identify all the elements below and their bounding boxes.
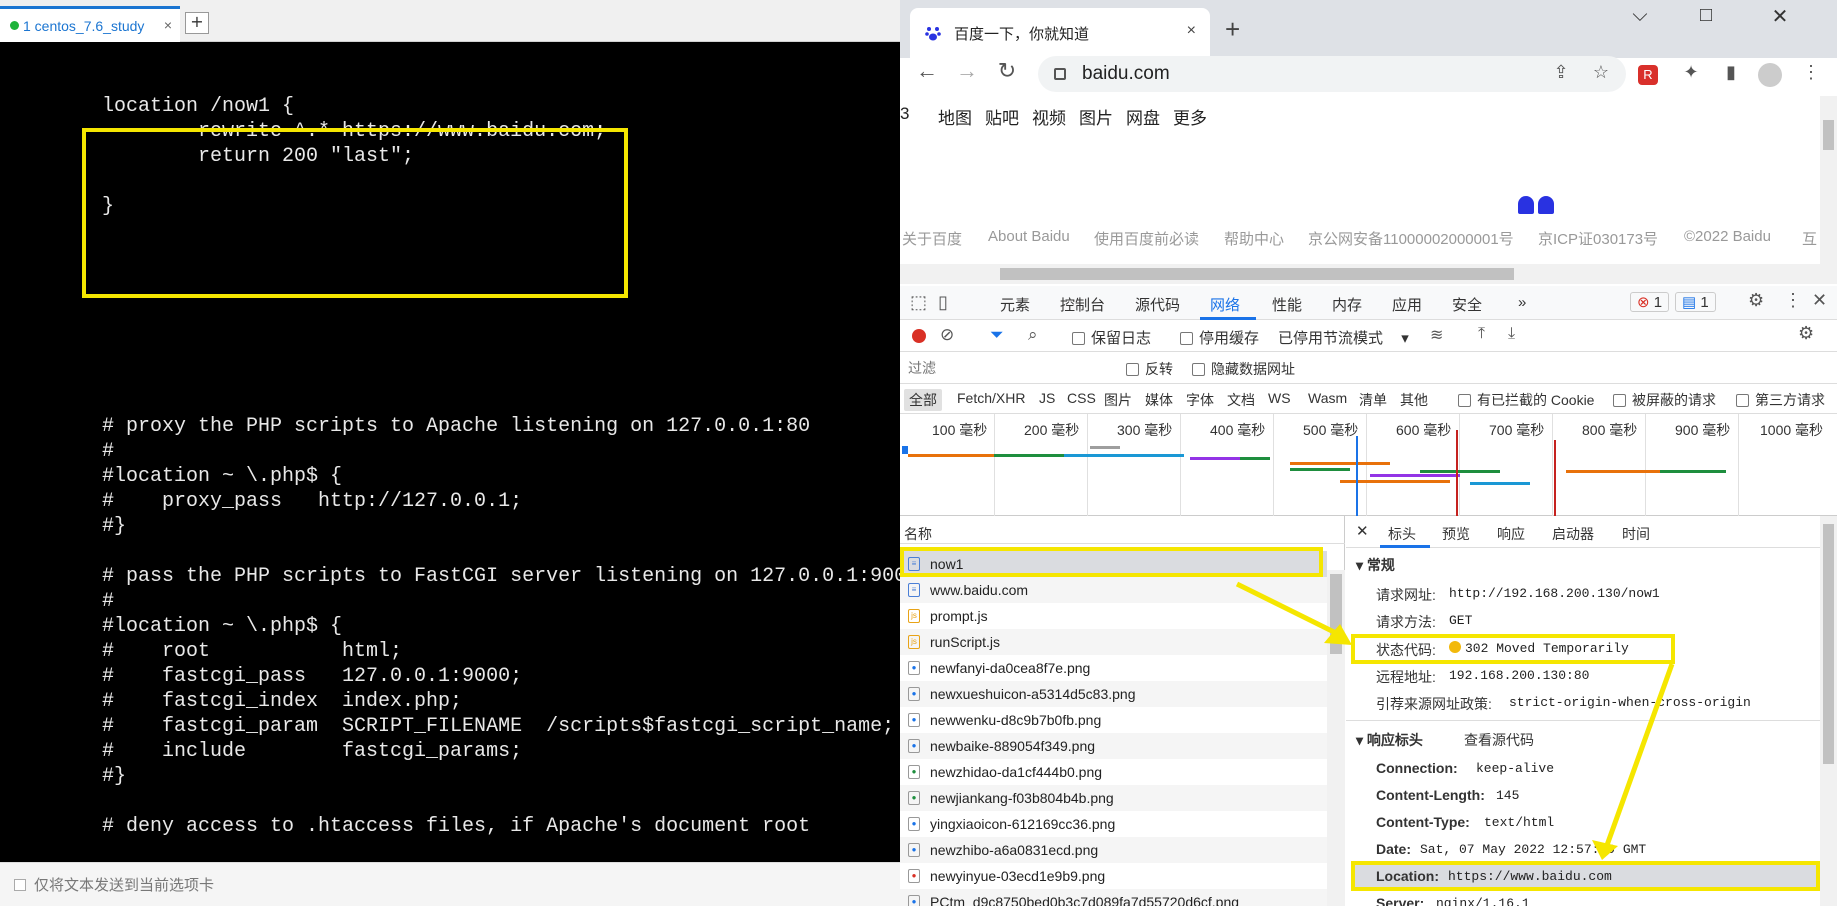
send-status-text: 仅将文本发送到当前选项卡 [34,877,215,894]
connected-icon [10,21,19,30]
terminal-output[interactable]: location /now1 { rewrite ^.* https://www… [0,42,900,862]
code-line: # fastcgi_index index.php; [102,690,463,713]
terminal-tab[interactable]: 1 centos_7.6_study × [0,6,180,42]
terminal-tab-bar: 1 centos_7.6_study × + [0,0,900,42]
arrow-line [1603,663,1675,849]
code-line: # fastcgi_param SCRIPT_FILENAME /scripts… [102,715,895,738]
code-line: # [102,590,115,613]
code-line: # deny access to .htaccess files, if Apa… [102,815,811,838]
terminal-tab-label: 1 centos_7.6_study [23,17,145,34]
terminal-window: 1 centos_7.6_study × + location /now1 { … [0,0,900,906]
code-line: #} [102,515,127,538]
arrow-line [1235,581,1344,639]
annotation-arrows [1235,581,1675,860]
code-line: # pass the PHP scripts to FastCGI server… [102,565,900,588]
send-checkbox[interactable] [14,878,26,891]
code-line: # include fastcgi_params; [102,740,523,763]
code-line: # [102,440,115,463]
code-line: #location ~ \.php$ { [102,615,343,638]
close-icon[interactable]: × [164,17,172,33]
arrow-head [1592,840,1618,860]
code-line: #} [102,765,127,788]
terminal-send-bar[interactable]: 仅将文本发送到当前选项卡 [0,862,900,906]
code-line: location /now1 { [102,95,295,118]
code-line: #location ~ \.php$ { [102,465,343,488]
code-line: # proxy_pass http://127.0.0.1; [102,490,523,513]
code-line: # fastcgi_pass 127.0.0.1:9000; [102,665,523,688]
browser-window: 百度一下，你就知道 × + ⌵ □ ✕ ← → ↻ baidu.com ⇪ ☆ … [900,0,1837,906]
highlight-box [82,128,628,298]
code-line: # proxy the PHP scripts to Apache listen… [102,415,811,438]
new-tab-button[interactable]: + [185,12,209,34]
code-line: # root html; [102,640,403,663]
